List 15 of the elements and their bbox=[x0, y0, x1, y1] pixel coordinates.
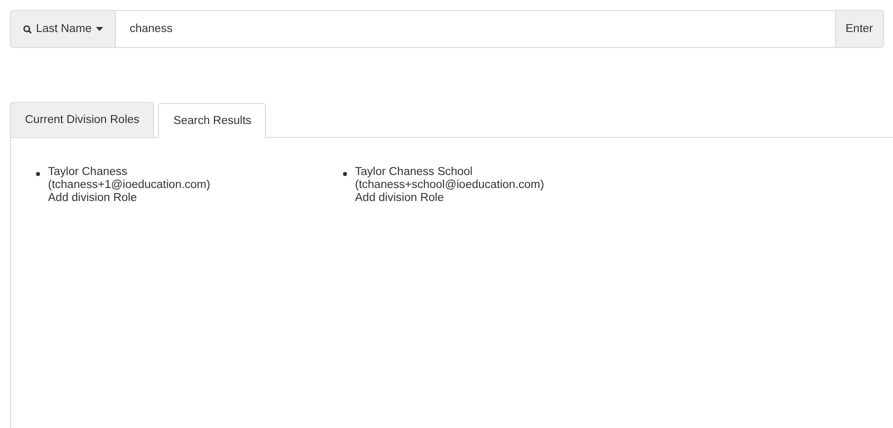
tab[interactable]: Search Results bbox=[158, 103, 266, 138]
search-field[interactable]: chaness bbox=[116, 10, 834, 48]
search-filter-dropdown[interactable]: Last Name bbox=[10, 10, 116, 48]
caret-icon bbox=[96, 27, 103, 31]
bullet-icon bbox=[343, 172, 347, 176]
result-email: (tchaness+school@ioeducation.com) bbox=[355, 179, 544, 192]
add-role-link[interactable]: Add division Role bbox=[355, 192, 544, 205]
result-name: Taylor Chaness bbox=[48, 166, 128, 179]
search-icon bbox=[23, 24, 32, 34]
enter-button[interactable]: Enter bbox=[834, 10, 884, 48]
bullet-icon bbox=[36, 172, 40, 176]
tab[interactable]: Current Division Roles bbox=[10, 102, 154, 137]
result-name: Taylor Chaness School bbox=[355, 166, 474, 179]
add-role-link[interactable]: Add division Role bbox=[48, 192, 210, 205]
result-email: (tchaness+1@ioeducation.com) bbox=[48, 179, 210, 192]
